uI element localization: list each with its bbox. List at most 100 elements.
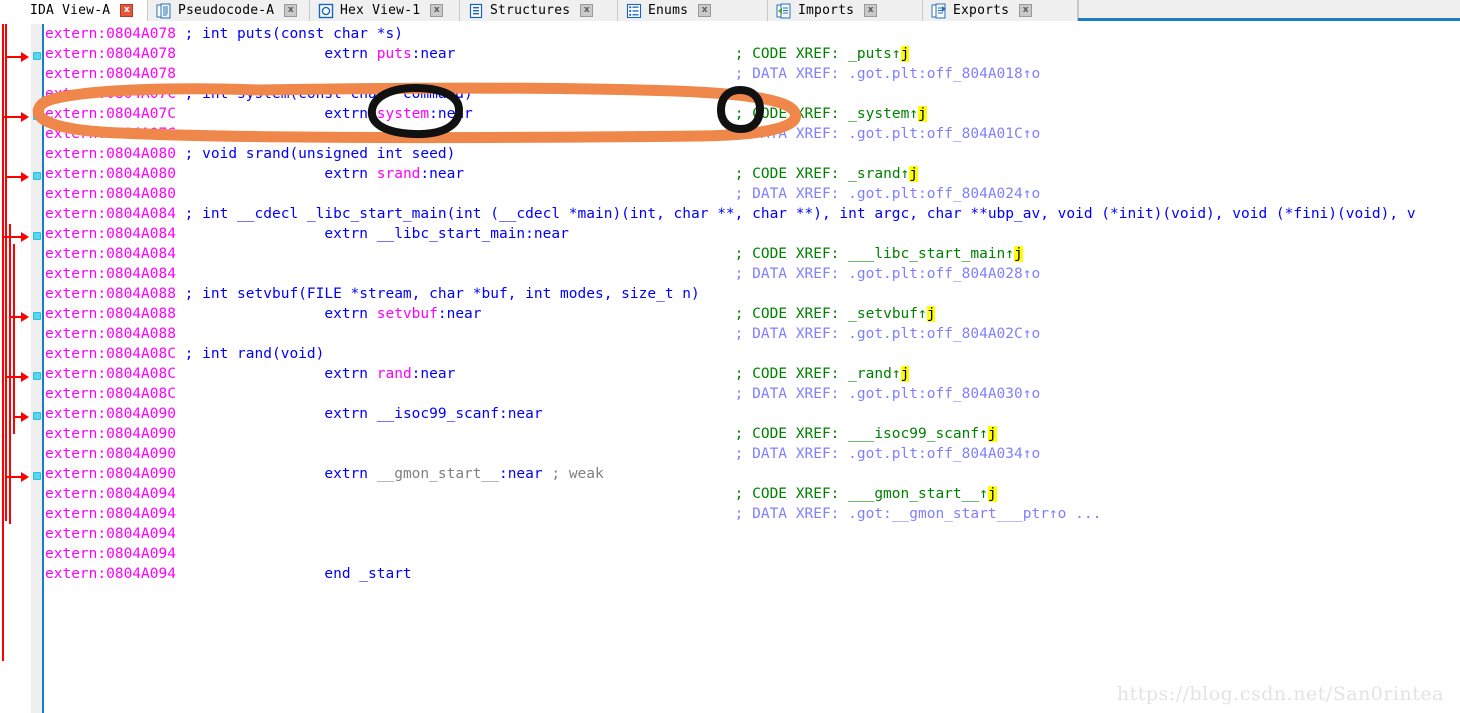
tab-close-icon[interactable]: x	[864, 4, 878, 17]
tab-pseudocode-a[interactable]: Pseudocode-A x	[148, 0, 310, 21]
xref-jump-marker[interactable]: j	[918, 106, 927, 122]
symbol-name[interactable]: srand	[377, 166, 421, 182]
xref-jump-marker[interactable]: j	[987, 486, 997, 502]
disassembly-line[interactable]: extern:0804A094 end _start	[45, 564, 1460, 584]
symbol-type: :near	[429, 106, 473, 122]
code-xref[interactable]: ; CODE XREF: ___gmon_start__↑	[735, 486, 988, 502]
disassembly-line[interactable]: extern:0804A088 ; int setvbuf(FILE *stre…	[45, 284, 1460, 304]
xref-jump-marker[interactable]: j	[900, 46, 910, 62]
tab-close-icon[interactable]: x	[698, 4, 712, 17]
disassembly-line[interactable]: extern:0804A078 extrn puts:near ; CODE X…	[45, 44, 1460, 64]
tab-imports[interactable]: Imports x	[768, 0, 923, 21]
disassembly-line[interactable]: extern:0804A084 ; DATA XREF: .got.plt:of…	[45, 264, 1460, 284]
line-marker-dot[interactable]	[33, 412, 41, 420]
line-marker-dot[interactable]	[33, 232, 41, 240]
tab-exports[interactable]: Exports x	[923, 0, 1078, 21]
line-marker-dot[interactable]	[33, 112, 41, 120]
disassembly-line[interactable]: extern:0804A094	[45, 544, 1460, 564]
code-xref[interactable]: ; CODE XREF: _system↑	[735, 106, 918, 122]
data-xref[interactable]: ; DATA XREF: .got.plt:off_804A028↑o	[735, 266, 1041, 282]
disassembly-line[interactable]: extern:0804A088 ; DATA XREF: .got.plt:of…	[45, 324, 1460, 344]
disassembly-line[interactable]: extern:0804A090 ; DATA XREF: .got.plt:of…	[45, 444, 1460, 464]
symbol-name[interactable]: setvbuf	[377, 306, 438, 322]
xref-jump-marker[interactable]: j	[926, 306, 936, 322]
line-address: extern:0804A07C	[45, 106, 176, 122]
disassembly-line[interactable]: extern:0804A078 ; DATA XREF: .got.plt:of…	[45, 64, 1460, 84]
disassembly-line[interactable]: extern:0804A094	[45, 524, 1460, 544]
xref-arrow-spine	[5, 24, 7, 521]
xref-arrow-head	[21, 372, 29, 382]
tab-hex-view-1[interactable]: Hex View-1 x	[310, 0, 460, 21]
line-keyword: extrn	[324, 406, 377, 422]
line-address: extern:0804A090	[45, 426, 176, 442]
tab-enums[interactable]: Enums x	[618, 0, 768, 21]
disassembly-line[interactable]: extern:0804A084 ; CODE XREF: ___libc_sta…	[45, 244, 1460, 264]
disassembly-line[interactable]: extern:0804A090 ; CODE XREF: ___isoc99_s…	[45, 424, 1460, 444]
code-xref[interactable]: ; CODE XREF: _rand↑	[735, 366, 901, 382]
tab-close-icon[interactable]: x	[430, 4, 444, 17]
line-marker-dot[interactable]	[33, 472, 41, 480]
data-xref[interactable]: ; DATA XREF: .got.plt:off_804A01C↑o	[735, 126, 1041, 142]
xref-arrow-line	[5, 476, 22, 478]
disassembly-view[interactable]: extern:0804A078 ; int puts(const char *s…	[0, 24, 1460, 713]
data-xref[interactable]: ; DATA XREF: .got.plt:off_804A034↑o	[735, 446, 1041, 462]
tab-close-icon[interactable]: x	[580, 4, 594, 17]
xref-jump-marker[interactable]: j	[909, 166, 919, 182]
disassembly-line[interactable]: extern:0804A090 extrn __gmon_start__:nea…	[45, 464, 1460, 484]
tab-ida-view-a[interactable]: IDA View-A x	[0, 0, 148, 21]
disassembly-line[interactable]: extern:0804A07C ; int system(const char …	[45, 84, 1460, 104]
disassembly-line[interactable]: extern:0804A090 extrn __isoc99_scanf:nea…	[45, 404, 1460, 424]
code-xref[interactable]: ; CODE XREF: _puts↑	[735, 46, 901, 62]
data-xref[interactable]: ; DATA XREF: .got.plt:off_804A018↑o	[735, 66, 1041, 82]
tab-close-icon[interactable]: x	[284, 4, 298, 17]
disassembly-line[interactable]: extern:0804A080 extrn srand:near ; CODE …	[45, 164, 1460, 184]
xref-arrow-gutter	[0, 24, 31, 713]
disassembly-line[interactable]: extern:0804A094 ; DATA XREF: .got:__gmon…	[45, 504, 1460, 524]
tab-close-icon[interactable]: x	[120, 4, 134, 17]
xref-jump-marker[interactable]: j	[1014, 246, 1023, 262]
line-marker-dot[interactable]	[33, 372, 41, 380]
watermark: https://blog.csdn.net/San0rintea	[1116, 683, 1444, 705]
xref-jump-marker[interactable]: j	[900, 366, 910, 382]
disassembly-line[interactable]: extern:0804A08C extrn rand:near ; CODE X…	[45, 364, 1460, 384]
tab-bar: IDA View-A x Pseudocode-A x Hex View-1 x Struc…	[0, 0, 1460, 21]
disassembly-line[interactable]: extern:0804A080 ; DATA XREF: .got.plt:of…	[45, 184, 1460, 204]
tab-structures[interactable]: Structures x	[460, 0, 618, 21]
xref-jump-marker[interactable]: j	[987, 426, 997, 442]
symbol-name[interactable]: __isoc99_scanf	[377, 406, 499, 422]
xref-arrow-line	[5, 176, 22, 178]
disassembly-line[interactable]: extern:0804A088 extrn setvbuf:near ; COD…	[45, 304, 1460, 324]
line-marker-dot[interactable]	[33, 172, 41, 180]
disassembly-line[interactable]: extern:0804A084 extrn __libc_start_main:…	[45, 224, 1460, 244]
symbol-name[interactable]: __gmon_start__	[377, 466, 499, 482]
code-xref[interactable]: ; CODE XREF: ___libc_start_main↑	[735, 246, 1014, 262]
data-xref[interactable]: ; DATA XREF: .got.plt:off_804A030↑o	[735, 386, 1041, 402]
disassembly-line[interactable]: extern:0804A07C ; DATA XREF: .got.plt:of…	[45, 124, 1460, 144]
disassembly-line[interactable]: extern:0804A080 ; void srand(unsigned in…	[45, 144, 1460, 164]
tab-label: Exports	[953, 3, 1010, 18]
symbol-name[interactable]: system	[377, 106, 429, 122]
symbol-name[interactable]: __libc_start_main	[377, 226, 525, 242]
disassembly-line[interactable]: extern:0804A084 ; int __cdecl _libc_star…	[45, 204, 1460, 224]
code-xref[interactable]: ; CODE XREF: ___isoc99_scanf↑	[735, 426, 988, 442]
code-xref[interactable]: ; CODE XREF: _setvbuf↑	[735, 306, 927, 322]
disassembly-line[interactable]: extern:0804A094 ; CODE XREF: ___gmon_sta…	[45, 484, 1460, 504]
line-marker-dot[interactable]	[33, 312, 41, 320]
disassembly-line[interactable]: extern:0804A078 ; int puts(const char *s…	[45, 24, 1460, 44]
disassembly-lines[interactable]: extern:0804A078 ; int puts(const char *s…	[45, 24, 1460, 713]
line-address: extern:0804A08C	[45, 346, 176, 362]
line-address: extern:0804A08C	[45, 366, 176, 382]
symbol-type: :near	[437, 306, 482, 322]
disassembly-line[interactable]: extern:0804A07C extrn system:near ; CODE…	[45, 104, 1460, 124]
symbol-name[interactable]: puts	[377, 46, 412, 62]
symbol-name[interactable]: rand	[377, 366, 412, 382]
disassembly-line[interactable]: extern:0804A08C ; int rand(void)	[45, 344, 1460, 364]
data-xref[interactable]: ; DATA XREF: .got.plt:off_804A02C↑o	[735, 326, 1041, 342]
line-marker-dot[interactable]	[33, 52, 41, 60]
data-xref[interactable]: ; DATA XREF: .got:__gmon_start___ptr↑o .…	[735, 506, 1102, 522]
code-xref[interactable]: ; CODE XREF: _srand↑	[735, 166, 910, 182]
line-address: extern:0804A090	[45, 446, 176, 462]
disassembly-line[interactable]: extern:0804A08C ; DATA XREF: .got.plt:of…	[45, 384, 1460, 404]
data-xref[interactable]: ; DATA XREF: .got.plt:off_804A024↑o	[735, 186, 1041, 202]
tab-close-icon[interactable]: x	[1019, 4, 1033, 17]
